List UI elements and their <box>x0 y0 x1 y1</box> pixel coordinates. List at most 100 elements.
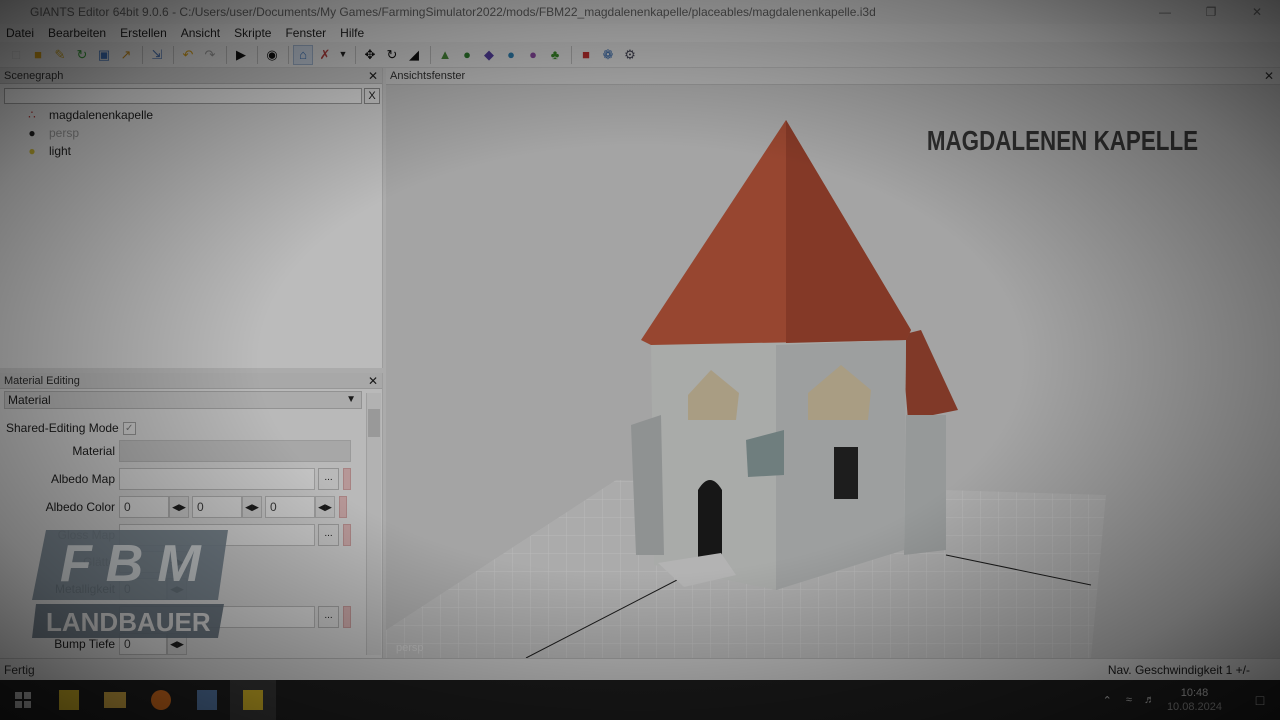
tree-icon[interactable]: ♣ <box>545 45 565 65</box>
material-combo-value: Material <box>8 393 51 407</box>
material-label: Material <box>72 444 115 458</box>
close-icon[interactable]: ✕ <box>368 68 378 84</box>
folder-app-icon[interactable] <box>230 680 276 720</box>
edit-icon[interactable]: ✎ <box>50 45 70 65</box>
notification-icon[interactable]: □ <box>1240 692 1280 708</box>
tree-item-light[interactable]: ● light <box>24 142 71 160</box>
restore-button[interactable]: ❐ <box>1188 0 1234 24</box>
toolbar: □ ■ ✎ ↻ ▣ ↗ ⇲ ↶ ↷ ▶ ◉ ⌂ ✗ ▼ ✥ ↻ ◢ ▲ ● ◆ … <box>0 42 1280 68</box>
menu-datei[interactable]: Datei <box>6 26 34 40</box>
albedo-b-spinner[interactable]: ◀▶ <box>315 496 335 518</box>
albedo-map-browse-button[interactable]: ... <box>318 468 339 490</box>
clock[interactable]: 10:48 10.08.2024 <box>1167 686 1222 714</box>
camera-icon: ● <box>28 126 36 140</box>
firefox-icon[interactable] <box>138 680 184 720</box>
albedo-r-spinner[interactable]: ◀▶ <box>169 496 189 518</box>
scenegraph-search-input[interactable] <box>4 88 362 104</box>
open-icon[interactable]: ■ <box>28 45 48 65</box>
material-field[interactable] <box>119 440 351 462</box>
play-icon[interactable]: ▶ <box>231 45 251 65</box>
menu-fenster[interactable]: Fenster <box>285 26 326 40</box>
transform-group-icon: ∴ <box>28 108 36 122</box>
shared-editing-label: Shared-Editing Mode <box>6 421 119 435</box>
select-icon[interactable]: ✗ <box>315 45 335 65</box>
light-icon: ● <box>28 144 36 158</box>
albedo-map-field[interactable] <box>119 468 315 490</box>
scene-render <box>386 120 1106 658</box>
tree-item-label: persp <box>49 126 80 140</box>
shared-editing-row: Shared-Editing Mode ✓ <box>6 417 136 439</box>
sticky-notes-icon[interactable] <box>46 680 92 720</box>
brush-icon[interactable]: ● <box>501 45 521 65</box>
logo-fbm-text: FBM <box>60 535 215 593</box>
gloss-map-browse-button[interactable]: ... <box>318 524 339 546</box>
normal-map-clear-button[interactable] <box>343 606 351 628</box>
eye-icon[interactable]: ◉ <box>262 45 282 65</box>
clock-date: 10.08.2024 <box>1166 701 1222 713</box>
windows-taskbar: ⌃ ≈ ♬ 10:48 10.08.2024 □ <box>0 680 1280 720</box>
shared-editing-checkbox[interactable]: ✓ <box>122 421 136 435</box>
system-tray: ⌃ ≈ ♬ 10:48 10.08.2024 □ <box>1103 680 1280 720</box>
material-scrollbar[interactable] <box>366 393 381 655</box>
tree-item-persp[interactable]: ● persp <box>24 124 79 142</box>
settings-icon[interactable]: ❁ <box>598 45 618 65</box>
viewport-header: Ansichtsfenster ✕ <box>386 68 1280 85</box>
home-icon[interactable]: ⌂ <box>293 44 313 65</box>
minimize-button[interactable]: — <box>1142 0 1188 24</box>
menu-ansicht[interactable]: Ansicht <box>181 26 220 40</box>
nav-speed-text: Nav. Geschwindigkeit 1 +/- <box>1107 663 1250 677</box>
gloss-map-clear-button[interactable] <box>343 524 351 546</box>
scenegraph-header: Scenegraph ✕ <box>0 68 382 84</box>
tree-item-magdalenenkapelle[interactable]: ∴ magdalenenkapelle <box>24 106 153 124</box>
menu-skripte[interactable]: Skripte <box>234 26 271 40</box>
albedo-r-input[interactable]: 0 <box>119 496 169 518</box>
albedo-g-input[interactable]: 0 <box>192 496 242 518</box>
viewport-overlay-title: MAGDALENEN KAPELLE <box>926 125 1198 156</box>
scenegraph-clear-button[interactable]: X <box>364 88 380 104</box>
gear-icon[interactable]: ⚙ <box>620 45 640 65</box>
menu-erstellen[interactable]: Erstellen <box>120 26 167 40</box>
scale-icon[interactable]: ◢ <box>404 45 424 65</box>
decal-icon[interactable]: ● <box>523 45 543 65</box>
editor-app-icon[interactable] <box>184 680 230 720</box>
network-icon[interactable]: ≈ <box>1126 694 1132 706</box>
albedo-g-spinner[interactable]: ◀▶ <box>242 496 262 518</box>
menu-hilfe[interactable]: Hilfe <box>340 26 364 40</box>
albedo-b-input[interactable]: 0 <box>265 496 315 518</box>
paint-icon[interactable]: ● <box>457 45 477 65</box>
close-icon[interactable]: ✕ <box>368 373 378 389</box>
albedo-map-clear-button[interactable] <box>343 468 351 490</box>
normal-map-browse-button[interactable]: ... <box>318 606 339 628</box>
scenegraph-panel: Scenegraph ✕ X ∴ magdalenenkapelle ● per… <box>0 68 383 368</box>
terrain-icon[interactable]: ▲ <box>435 45 455 65</box>
start-icon[interactable] <box>0 680 46 720</box>
chevron-down-icon[interactable]: ▼ <box>337 45 349 65</box>
material-combobox[interactable]: Material ▼ <box>4 391 362 409</box>
foliage-icon[interactable]: ◆ <box>479 45 499 65</box>
save-icon[interactable]: ▣ <box>94 45 114 65</box>
tree-item-label: light <box>49 144 72 158</box>
undo-icon[interactable]: ↶ <box>178 45 198 65</box>
giants-editor-window: GIANTS Editor 64bit 9.0.6 - C:/Users/use… <box>0 0 1280 720</box>
refresh-icon[interactable]: ↻ <box>72 45 92 65</box>
3d-viewport[interactable]: MAGDALENEN KAPELLE persp <box>386 85 1280 658</box>
move-icon[interactable]: ✥ <box>360 45 380 65</box>
material-header: Material Editing ✕ <box>0 373 382 389</box>
albedo-color-row: Albedo Color 0 ◀▶ 0 ◀▶ 0 ◀▶ <box>0 496 347 518</box>
menu-bearbeiten[interactable]: Bearbeiten <box>48 26 106 40</box>
explorer-icon[interactable] <box>92 680 138 720</box>
material-title: Material Editing <box>4 375 80 387</box>
import-icon[interactable]: ⇲ <box>147 45 167 65</box>
cube-icon[interactable]: ■ <box>576 45 596 65</box>
redo-icon[interactable]: ↷ <box>200 45 220 65</box>
rotate-icon[interactable]: ↻ <box>382 45 402 65</box>
new-icon[interactable]: □ <box>6 45 26 65</box>
clock-time: 10:48 <box>1180 687 1209 699</box>
chevron-up-icon[interactable]: ⌃ <box>1103 694 1112 707</box>
close-window-button[interactable]: ✕ <box>1234 0 1280 24</box>
albedo-color-clear-button[interactable] <box>339 496 347 518</box>
volume-icon[interactable]: ♬ <box>1144 694 1155 706</box>
chapel-model <box>631 120 958 590</box>
export-icon[interactable]: ↗ <box>116 45 136 65</box>
close-icon[interactable]: ✕ <box>1264 68 1274 85</box>
